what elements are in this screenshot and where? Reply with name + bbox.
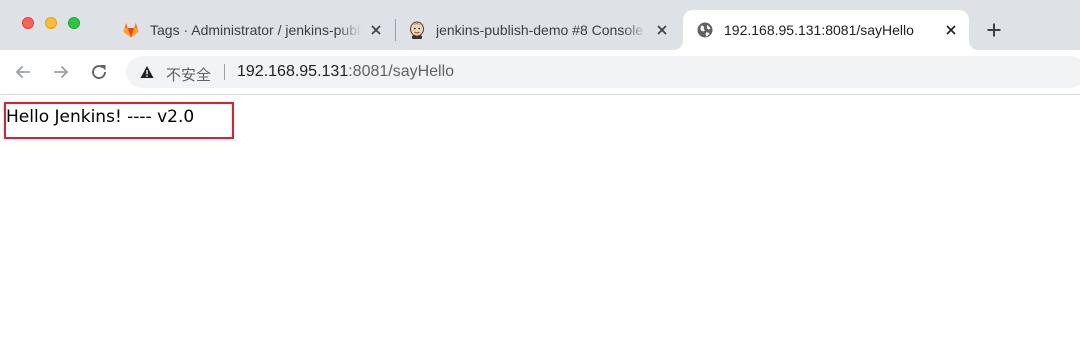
jenkins-icon: [408, 21, 426, 39]
window-minimize-button[interactable]: [45, 17, 57, 29]
browser-toolbar: 不安全 192.168.95.131:8081/sayHello: [0, 50, 1080, 94]
tab-separator: [395, 19, 396, 41]
omnibox-divider: [224, 64, 225, 80]
warning-icon[interactable]: [140, 65, 154, 79]
reload-icon: [92, 65, 106, 79]
url-text[interactable]: 192.168.95.131:8081/sayHello: [237, 63, 454, 81]
url-path: :8081/sayHello: [348, 63, 455, 80]
window-maximize-button[interactable]: [68, 17, 80, 29]
response-text: Hello Jenkins! ---- v2.0: [6, 107, 195, 127]
plus-icon: [987, 23, 1001, 37]
arrow-left-icon: [15, 65, 30, 79]
tab-title: jenkins-publish-demo #8 Console [Jenkins…: [436, 22, 648, 38]
tab-gitlab-tags[interactable]: Tags · Administrator / jenkins-publish-d…: [112, 10, 394, 50]
forward-button[interactable]: [49, 60, 73, 84]
gitlab-icon: [122, 21, 140, 39]
security-status-label[interactable]: 不安全: [166, 64, 211, 85]
globe-icon: [696, 21, 714, 39]
new-tab-button[interactable]: [982, 18, 1006, 42]
address-bar[interactable]: 不安全 192.168.95.131:8081/sayHello: [126, 56, 1080, 88]
reload-button[interactable]: [87, 60, 111, 84]
page-content: Hello Jenkins! ---- v2.0: [0, 95, 1080, 354]
tab-say-hello[interactable]: 192.168.95.131:8081/sayHello: [673, 10, 979, 50]
back-button[interactable]: [11, 60, 35, 84]
arrow-right-icon: [54, 65, 69, 79]
tab-jenkins-console[interactable]: jenkins-publish-demo #8 Console [Jenkins…: [398, 10, 680, 50]
tab-title: Tags · Administrator / jenkins-publish-d…: [150, 22, 362, 38]
tab-strip: Tags · Administrator / jenkins-publish-d…: [0, 0, 1080, 50]
tab-title: 192.168.95.131:8081/sayHello: [724, 22, 914, 38]
tab-close-icon[interactable]: [654, 22, 670, 38]
tab-close-icon[interactable]: [943, 22, 959, 38]
url-host: 192.168.95.131: [237, 63, 349, 80]
tab-close-icon[interactable]: [368, 22, 384, 38]
window-close-button[interactable]: [22, 17, 34, 29]
